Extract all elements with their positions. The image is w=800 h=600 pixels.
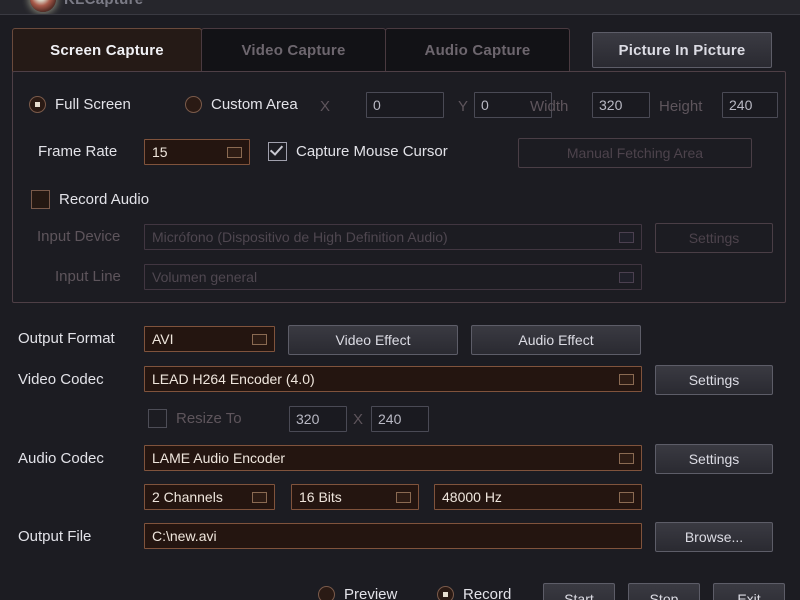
tab-video-capture-label: Video Capture: [241, 41, 346, 59]
x-input[interactable]: 0: [366, 92, 444, 118]
audio-rate-value: 48000 Hz: [442, 489, 502, 505]
audio-effect-label: Audio Effect: [518, 332, 594, 348]
input-line-label: Input Line: [55, 268, 121, 285]
output-file-input[interactable]: C:\new.avi: [144, 523, 642, 549]
video-codec-label: Video Codec: [18, 371, 104, 388]
frame-rate-combo[interactable]: 15: [144, 139, 250, 165]
audio-codec-value: LAME Audio Encoder: [152, 450, 286, 466]
manual-fetching-area-button[interactable]: Manual Fetching Area: [518, 138, 752, 168]
record-audio-checkbox[interactable]: Record Audio: [31, 190, 149, 209]
audio-bits-value: 16 Bits: [299, 489, 342, 505]
tab-audio-capture-label: Audio Capture: [424, 41, 531, 59]
chevron-down-icon: [252, 491, 267, 503]
record-label: Record: [463, 586, 512, 600]
tab-picture-in-picture[interactable]: Picture In Picture: [592, 32, 772, 68]
preview-radio[interactable]: Preview: [318, 586, 397, 600]
capture-mouse-cursor-checkbox[interactable]: Capture Mouse Cursor: [268, 142, 448, 161]
resize-width-input[interactable]: 320: [289, 406, 347, 432]
chevron-down-icon: [619, 452, 634, 464]
record-audio-label: Record Audio: [59, 191, 150, 208]
frame-rate-label: Frame Rate: [38, 143, 118, 160]
check-icon: [268, 142, 287, 161]
frame-rate-value: 15: [152, 144, 168, 160]
manual-fetching-area-label: Manual Fetching Area: [566, 145, 704, 161]
audio-codec-combo[interactable]: LAME Audio Encoder: [144, 445, 642, 471]
video-codec-settings-label: Settings: [688, 372, 740, 388]
y-label: Y: [458, 98, 469, 115]
audio-codec-label: Audio Codec: [18, 450, 104, 467]
audio-effect-button[interactable]: Audio Effect: [471, 325, 641, 355]
title-bar: KLCapture: [0, 0, 800, 15]
preview-radio-icon: [318, 586, 335, 600]
audio-channels-value: 2 Channels: [152, 489, 223, 505]
record-audio-check-icon: [31, 190, 50, 209]
chevron-down-icon: [619, 491, 634, 503]
output-format-combo[interactable]: AVI: [144, 326, 275, 352]
tab-video-capture[interactable]: Video Capture: [201, 28, 386, 72]
input-line-combo[interactable]: Volumen general: [144, 264, 642, 290]
action-bar: Preview Record Start Stop Exit: [0, 572, 800, 600]
window-title: KLCapture: [64, 0, 143, 8]
output-file-label: Output File: [18, 528, 92, 545]
record-radio-icon: [437, 586, 454, 600]
input-device-settings-button[interactable]: Settings: [655, 223, 773, 253]
audio-codec-settings-button[interactable]: Settings: [655, 444, 773, 474]
input-line-value: Volumen general: [152, 269, 258, 285]
chevron-down-icon: [619, 271, 634, 283]
start-button[interactable]: Start: [543, 583, 615, 600]
chevron-down-icon: [227, 146, 242, 158]
custom-area-radio-icon: [185, 96, 202, 113]
custom-area-label: Custom Area: [211, 96, 298, 113]
resize-to-label: Resize To: [176, 410, 242, 427]
height-label: Height: [659, 98, 703, 115]
chevron-down-icon: [396, 491, 411, 503]
tab-picture-in-picture-label: Picture In Picture: [618, 41, 746, 59]
chevron-down-icon: [252, 333, 267, 345]
tab-strip: Screen Capture Video Capture Audio Captu…: [12, 28, 788, 72]
app-logo-icon: [30, 0, 56, 12]
browse-label: Browse...: [684, 529, 744, 545]
resize-x-label: X: [353, 411, 364, 428]
chevron-down-icon: [619, 373, 634, 385]
input-device-label: Input Device: [37, 228, 121, 245]
video-codec-value: LEAD H264 Encoder (4.0): [152, 371, 315, 387]
full-screen-radio[interactable]: Full Screen: [29, 96, 131, 113]
record-radio[interactable]: Record: [437, 586, 511, 600]
exit-label: Exit: [737, 591, 761, 600]
full-screen-radio-icon: [29, 96, 46, 113]
capture-mouse-cursor-label: Capture Mouse Cursor: [296, 143, 448, 160]
start-label: Start: [564, 591, 594, 600]
width-label: Width: [530, 98, 569, 115]
audio-channels-combo[interactable]: 2 Channels: [144, 484, 275, 510]
chevron-down-icon: [619, 231, 634, 243]
custom-area-radio[interactable]: Custom Area: [185, 96, 298, 113]
full-screen-label: Full Screen: [55, 96, 131, 113]
video-codec-combo[interactable]: LEAD H264 Encoder (4.0): [144, 366, 642, 392]
tab-screen-capture-label: Screen Capture: [50, 41, 164, 59]
video-effect-label: Video Effect: [335, 332, 411, 348]
preview-label: Preview: [344, 586, 398, 600]
output-format-value: AVI: [152, 331, 174, 347]
stop-label: Stop: [649, 591, 679, 600]
x-label: X: [320, 98, 331, 115]
output-format-label: Output Format: [18, 330, 115, 347]
resize-check-icon: [148, 409, 167, 428]
width-input[interactable]: 320: [592, 92, 650, 118]
input-device-value: Micrófono (Dispositivo de High Definitio…: [152, 229, 448, 245]
resize-height-input[interactable]: 240: [371, 406, 429, 432]
browse-button[interactable]: Browse...: [655, 522, 773, 552]
audio-rate-combo[interactable]: 48000 Hz: [434, 484, 642, 510]
resize-to-checkbox[interactable]: Resize To: [148, 409, 242, 428]
tab-audio-capture[interactable]: Audio Capture: [385, 28, 570, 72]
video-codec-settings-button[interactable]: Settings: [655, 365, 773, 395]
video-effect-button[interactable]: Video Effect: [288, 325, 458, 355]
height-input[interactable]: 240: [722, 92, 778, 118]
audio-bits-combo[interactable]: 16 Bits: [291, 484, 419, 510]
exit-button[interactable]: Exit: [713, 583, 785, 600]
audio-codec-settings-label: Settings: [688, 451, 740, 467]
input-device-settings-label: Settings: [688, 230, 740, 246]
stop-button[interactable]: Stop: [628, 583, 700, 600]
input-device-combo[interactable]: Micrófono (Dispositivo de High Definitio…: [144, 224, 642, 250]
tab-screen-capture[interactable]: Screen Capture: [12, 28, 202, 72]
